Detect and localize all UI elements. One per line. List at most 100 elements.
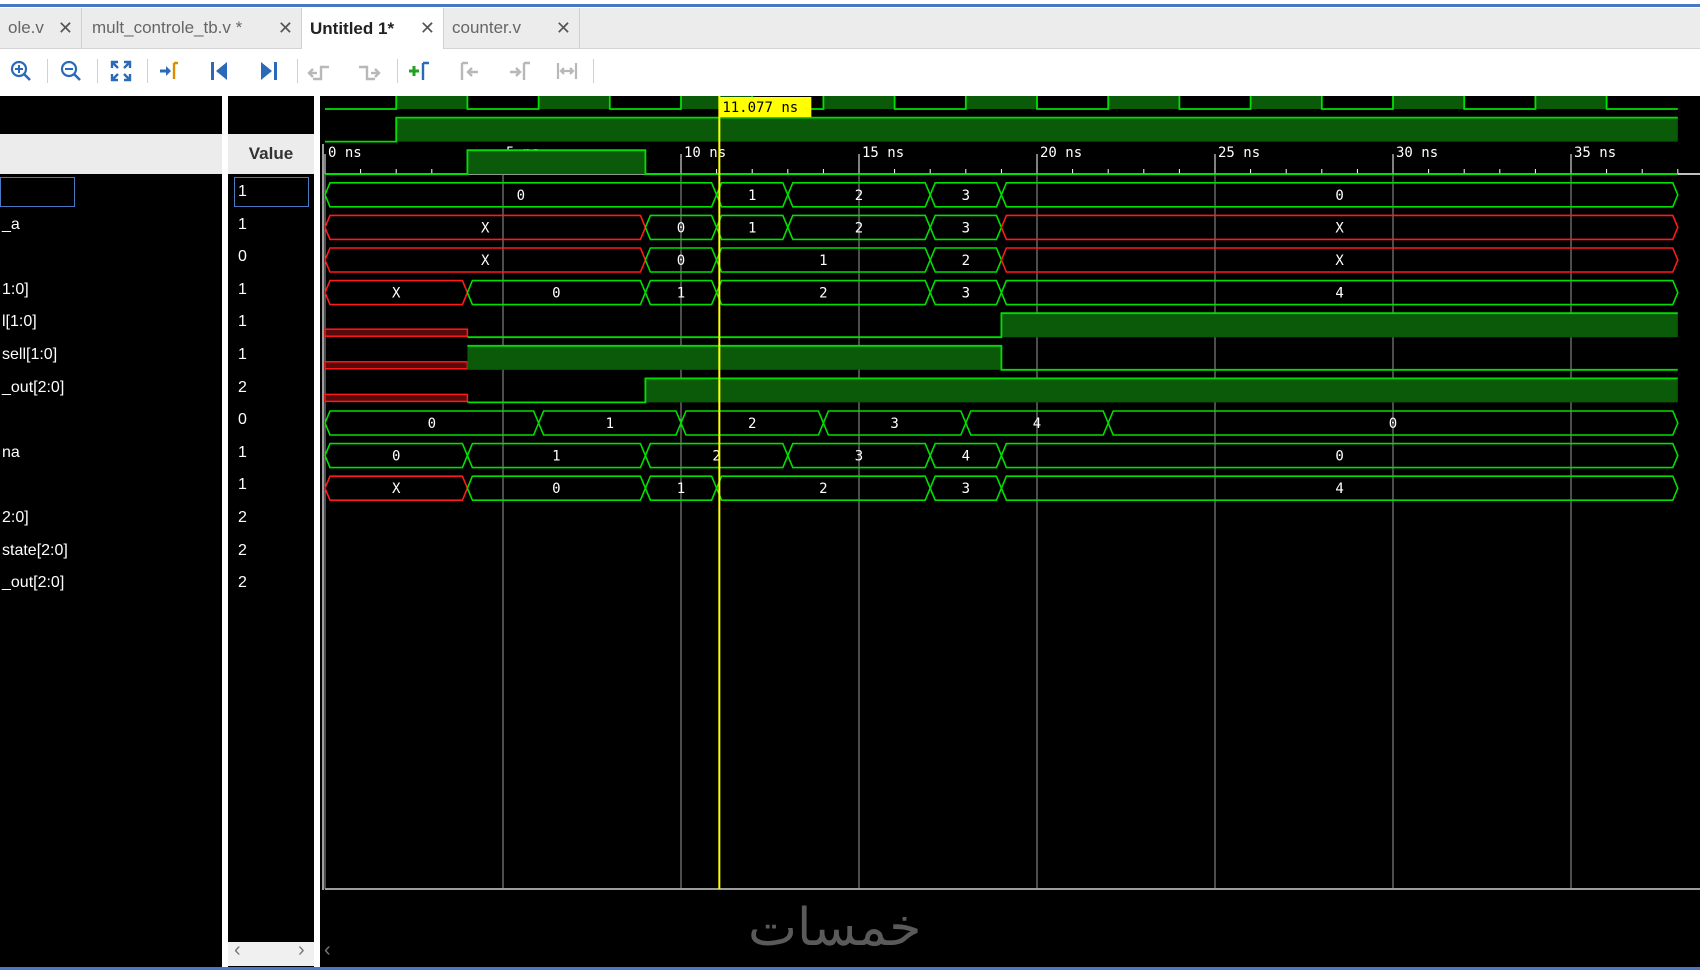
bus-value-label: 3 (962, 188, 970, 204)
bus-value-label: 0 (552, 286, 560, 302)
waveform-canvas[interactable]: 0 ns5 ns10 ns15 ns20 ns25 ns30 ns35 ns01… (320, 84, 1700, 968)
signal-value[interactable]: 2 (238, 509, 247, 527)
wave-unknown (324, 328, 469, 337)
waveform-row: X 0 1 2 3 4 (324, 475, 1679, 501)
bus-value-label: 0 (392, 449, 400, 465)
signal-value[interactable]: 1 (238, 281, 247, 299)
wave-high-fill (538, 85, 610, 109)
signal-value[interactable]: 1 (238, 444, 247, 462)
wave-high-fill (467, 150, 646, 175)
go-to-cursor-icon[interactable] (155, 58, 183, 84)
zoom-fit-icon[interactable] (107, 58, 135, 84)
previous-transition-icon[interactable] (305, 58, 333, 84)
editor-tab-bar: ole.v ✕ mult_controle_tb.v * ✕ Untitled … (0, 8, 1700, 49)
value-column-header[interactable]: Value (228, 134, 314, 174)
bus-value-label: 2 (962, 253, 970, 269)
watermark: خمسات (748, 898, 922, 958)
bus-value-label: 4 (962, 449, 970, 465)
signal-value[interactable]: 1 (238, 183, 247, 201)
signal-name[interactable]: l[1:0] (2, 313, 37, 331)
zoom-in-icon[interactable] (7, 58, 35, 84)
signal-value-panel: Value 1 1 0 1 1 1 2 0 1 1 2 2 2 (228, 96, 314, 968)
signal-name[interactable]: na (2, 444, 20, 462)
close-icon[interactable]: ✕ (278, 18, 293, 39)
previous-marker-icon[interactable] (455, 58, 483, 84)
signal-name[interactable]: _out[2:0] (2, 574, 64, 592)
tab-label: ole.v (8, 18, 44, 37)
waveform-row (324, 344, 1678, 371)
bus-value-label: 0 (1389, 416, 1397, 432)
bus-value-label: 1 (606, 416, 614, 432)
bus-value-label: 3 (890, 416, 898, 432)
signal-value[interactable]: 2 (238, 379, 247, 397)
bus-value-label: 0 (677, 220, 685, 236)
bus-value-label: 3 (962, 481, 970, 497)
signal-value[interactable]: 0 (238, 248, 247, 266)
next-marker-icon[interactable] (505, 58, 533, 84)
selected-name-cell[interactable] (0, 177, 75, 207)
bus-value-label: 0 (428, 416, 436, 432)
signal-value[interactable]: 1 (238, 346, 247, 364)
signal-value[interactable]: 2 (238, 574, 247, 592)
zoom-out-icon[interactable] (57, 58, 85, 84)
bus-value-label: X (481, 220, 490, 236)
next-transition-icon[interactable] (355, 58, 383, 84)
signal-name[interactable]: state[2:0] (2, 542, 68, 560)
waveform-row: 0 1 2 3 4 0 (324, 410, 1679, 436)
wave-high-fill (965, 85, 1037, 109)
bus-value-label: 0 (552, 481, 560, 497)
waveform-row (324, 377, 1678, 404)
signal-value[interactable]: 0 (238, 411, 247, 429)
close-icon[interactable]: ✕ (556, 18, 571, 39)
waveform-row (324, 312, 1678, 339)
signal-name[interactable]: 1:0] (2, 281, 29, 299)
go-to-start-icon[interactable] (205, 58, 233, 84)
scroll-left-icon[interactable]: ‹ (234, 939, 241, 962)
add-marker-icon[interactable] (405, 58, 433, 84)
waveform-row (325, 116, 1678, 143)
bus-value-label: 2 (855, 220, 863, 236)
signal-name[interactable]: sell[1:0] (2, 346, 57, 364)
signal-name[interactable]: _a (2, 216, 20, 234)
bus-value-label: 2 (819, 481, 827, 497)
bus-value-label: 0 (1335, 449, 1343, 465)
wave-high-fill (1108, 85, 1180, 109)
tab-untitled-1[interactable]: Untitled 1* ✕ (302, 8, 444, 49)
wave-high-fill (467, 345, 1002, 370)
close-icon[interactable]: ✕ (58, 18, 73, 39)
signal-value[interactable]: 2 (238, 542, 247, 560)
scroll-right-icon[interactable]: › (298, 939, 305, 962)
bus-value-label: X (1335, 220, 1344, 236)
swap-cursors-icon[interactable] (553, 58, 581, 84)
waveform-panel[interactable]: 0 ns5 ns10 ns15 ns20 ns25 ns30 ns35 ns01… (320, 84, 1700, 968)
signal-value[interactable]: 1 (238, 476, 247, 494)
signal-value[interactable]: 1 (238, 313, 247, 331)
bus-value-label: X (481, 253, 490, 269)
signal-name[interactable]: _out[2:0] (2, 379, 64, 397)
wave-high-fill (823, 85, 895, 109)
waveform-row: X 0 1 2 3 4 (324, 279, 1679, 306)
tick-label: 25 ns (1218, 145, 1260, 161)
wave-high-fill (396, 85, 468, 109)
waveform-row: 0 1 2 3 0 (324, 182, 1679, 208)
bus-value-label: 1 (552, 449, 560, 465)
tab-counter-v[interactable]: counter.v ✕ (444, 8, 580, 48)
signal-value[interactable]: 1 (238, 216, 247, 234)
wave-high-fill (1535, 85, 1607, 109)
name-column-header[interactable] (0, 134, 222, 174)
close-icon[interactable]: ✕ (420, 18, 435, 39)
bus-value-label: 4 (1335, 286, 1343, 302)
waveform-row: X 0 1 2 X (324, 247, 1679, 273)
bus-value-label: 1 (819, 253, 827, 269)
go-to-end-icon[interactable] (255, 58, 283, 84)
signal-name[interactable]: 2:0] (2, 509, 29, 527)
tab-ole-v[interactable]: ole.v ✕ (0, 8, 82, 48)
wave-unknown (324, 393, 469, 403)
scroll-left-icon[interactable]: ‹ (324, 939, 331, 962)
tab-mult-controle-tb[interactable]: mult_controle_tb.v * ✕ (82, 8, 302, 48)
tick-label: 35 ns (1574, 145, 1616, 161)
bus-value-label: 0 (1335, 188, 1343, 204)
signal-name-panel: _a 1:0] l[1:0] sell[1:0] _out[2:0] na 2:0] stat… (0, 96, 222, 968)
bus-value-label: 0 (517, 188, 525, 204)
bus-value-label: 1 (748, 220, 756, 236)
